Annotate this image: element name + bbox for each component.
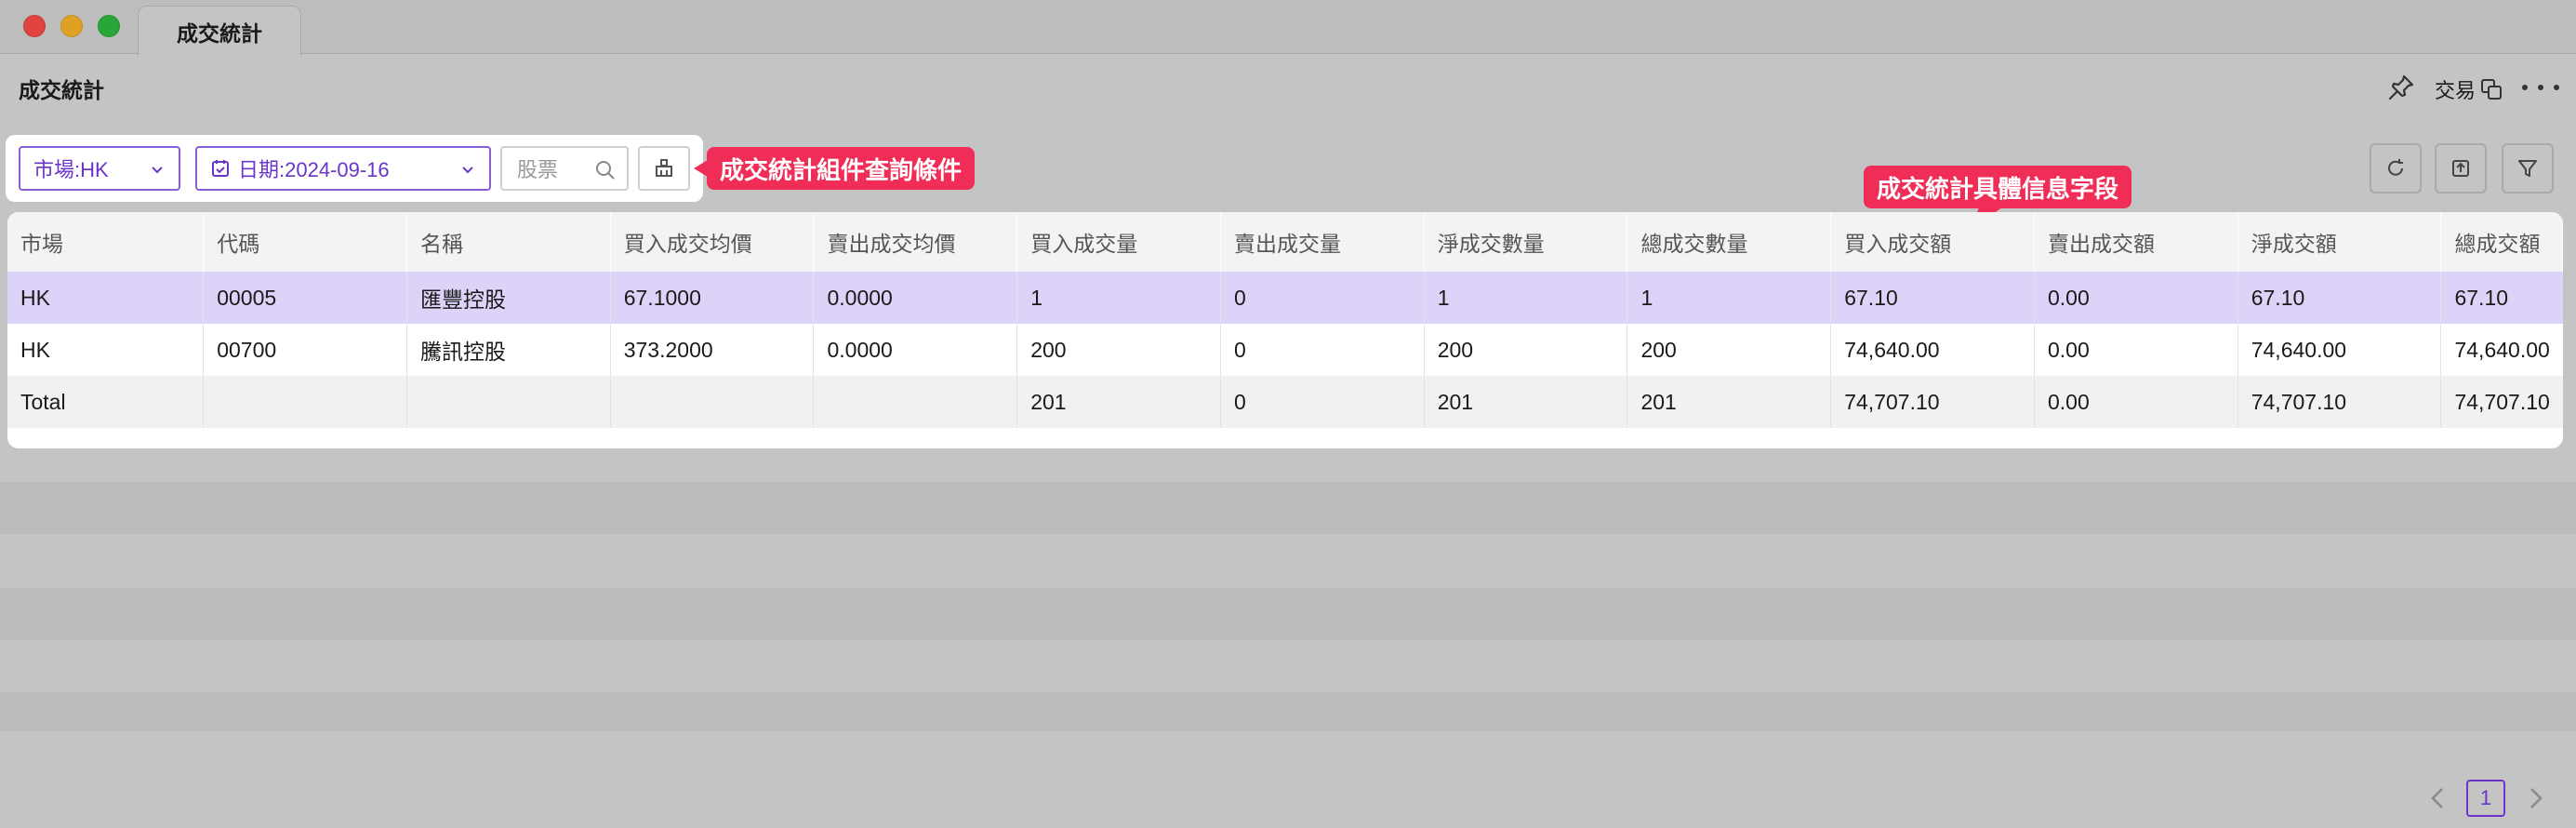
column-header[interactable]: 買入成交均價 [610, 212, 814, 272]
table-cell: 1 [1627, 272, 1832, 324]
column-header[interactable]: 淨成交額 [2237, 212, 2441, 272]
empty-table-area [0, 452, 2576, 731]
table-cell: 騰訊控股 [406, 324, 611, 376]
chevron-left-icon [2431, 788, 2443, 808]
table-cell: 0 [1220, 376, 1425, 428]
table-cell: Total [7, 376, 205, 428]
table-cell: 0.0000 [813, 272, 1018, 324]
table-cell: 74,707.10 [2440, 376, 2563, 428]
table-cell: 201 [1424, 376, 1628, 428]
table-cell: HK [7, 272, 205, 324]
refresh-button[interactable] [2370, 143, 2422, 194]
table-cell: 0 [1220, 324, 1425, 376]
table-cell: 67.10 [2237, 272, 2442, 324]
table-cell: 匯豐控股 [406, 272, 611, 324]
table-cell: 200 [1016, 324, 1221, 376]
market-select[interactable]: 市場:HK [19, 146, 180, 191]
table-cell: 74,640.00 [1830, 324, 2035, 376]
broom-icon [656, 159, 672, 177]
table-cell: 0.00 [2034, 376, 2238, 428]
table-cell: 74,640.00 [2440, 324, 2563, 376]
column-header[interactable]: 淨成交數量 [1424, 212, 1627, 272]
table-cell: 200 [1424, 324, 1628, 376]
chevron-down-icon [152, 167, 163, 174]
calendar-icon [212, 160, 229, 177]
fields-callout: 成交統計具體信息字段 [1864, 166, 2132, 208]
table-cell: 74,707.10 [2237, 376, 2442, 428]
stock-search-input[interactable]: 股票 [500, 146, 629, 191]
table-cell: 0 [1220, 272, 1425, 324]
title-bar: 成交統計 [0, 0, 2576, 56]
close-window-button[interactable] [23, 15, 46, 37]
pin-icon[interactable] [2386, 73, 2416, 102]
filter-button[interactable] [2502, 143, 2554, 194]
column-header[interactable]: 名稱 [406, 212, 611, 272]
table-cell: HK [7, 324, 205, 376]
next-page-button[interactable] [2522, 781, 2550, 820]
open-window-icon [2481, 79, 2503, 100]
table-cell: 0.0000 [813, 324, 1018, 376]
export-button[interactable] [2435, 143, 2487, 194]
trade-statistics-table: 市場 代碼 名稱 買入成交均價 賣出成交均價 買入成交量 賣出成交量 淨成交數量… [7, 212, 2563, 448]
stock-search-placeholder: 股票 [517, 158, 559, 181]
date-picker[interactable]: 日期:2024-09-16 [195, 146, 491, 191]
table-row[interactable]: HK 00005 匯豐控股 67.1000 0.0000 1 0 1 1 67.… [7, 272, 2563, 324]
chevron-right-icon [2530, 788, 2543, 808]
table-total-row: Total 201 0 201 201 74,707.10 0.00 74,70… [7, 376, 2563, 428]
table-cell [610, 376, 815, 428]
table-cell: 74,640.00 [2237, 324, 2442, 376]
table-cell: 200 [1627, 324, 1832, 376]
table-cell: 201 [1016, 376, 1221, 428]
table-cell: 0.00 [2034, 324, 2238, 376]
refresh-icon [2388, 159, 2403, 176]
column-header[interactable]: 總成交數量 [1627, 212, 1831, 272]
page-number-button[interactable]: 1 [2466, 780, 2505, 817]
filter-bar: 市場:HK 日期:2024-09-16 股票 [6, 135, 703, 202]
table-cell: 67.10 [2440, 272, 2563, 324]
column-header[interactable]: 賣出成交均價 [813, 212, 1017, 272]
column-header[interactable]: 賣出成交額 [2034, 212, 2238, 272]
chevron-down-icon [462, 167, 473, 174]
more-options-icon[interactable] [2522, 74, 2559, 100]
maximize-window-button[interactable] [98, 15, 120, 37]
table-cell: 00700 [203, 324, 407, 376]
table-cell: 1 [1424, 272, 1628, 324]
table-cell: 67.10 [1830, 272, 2035, 324]
market-select-label: 市場:HK [33, 158, 109, 181]
search-icon [596, 161, 615, 180]
previous-page-button[interactable] [2423, 781, 2451, 820]
clear-filters-button[interactable] [638, 146, 690, 191]
trade-link-label: 交易 [2435, 79, 2476, 102]
page-title: 成交統計 [19, 78, 104, 102]
table-cell: 1 [1016, 272, 1221, 324]
table-cell: 201 [1627, 376, 1832, 428]
tab-trade-statistics[interactable]: 成交統計 [138, 6, 301, 56]
filter-icon [2518, 160, 2537, 177]
table-cell [406, 376, 611, 428]
minimize-window-button[interactable] [60, 15, 83, 37]
table-cell: 74,707.10 [1830, 376, 2035, 428]
table-cell [813, 376, 1018, 428]
table-cell: 00005 [203, 272, 407, 324]
table-cell [203, 376, 407, 428]
column-header[interactable]: 總成交額 [2440, 212, 2563, 272]
column-header[interactable]: 代碼 [203, 212, 407, 272]
column-header[interactable]: 賣出成交量 [1220, 212, 1425, 272]
table-cell: 0.00 [2034, 272, 2238, 324]
column-header[interactable]: 買入成交量 [1016, 212, 1221, 272]
trade-link[interactable]: 交易 [2435, 74, 2503, 104]
date-picker-label: 日期:2024-09-16 [238, 158, 390, 181]
filters-callout: 成交統計組件查詢條件 [693, 147, 976, 190]
column-header[interactable]: 市場 [7, 212, 204, 272]
export-icon [2452, 160, 2469, 177]
table-row[interactable]: HK 00700 騰訊控股 373.2000 0.0000 200 0 200 … [7, 324, 2563, 376]
table-header-row: 市場 代碼 名稱 買入成交均價 賣出成交均價 買入成交量 賣出成交量 淨成交數量… [7, 212, 2563, 272]
column-header[interactable]: 買入成交額 [1830, 212, 2035, 272]
table-cell: 373.2000 [610, 324, 815, 376]
table-cell: 67.1000 [610, 272, 815, 324]
